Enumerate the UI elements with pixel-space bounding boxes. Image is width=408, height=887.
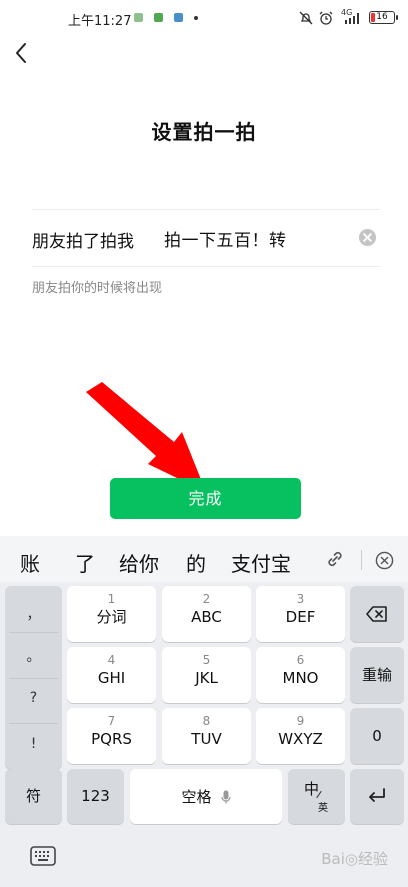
punct-key-period[interactable]: 。 xyxy=(5,646,62,666)
back-button[interactable] xyxy=(10,40,34,68)
signal-icon xyxy=(345,13,359,24)
wechat-notification-icon xyxy=(154,13,163,22)
battery-icon: 16 xyxy=(369,11,398,24)
key-label: PQRS xyxy=(91,730,132,748)
candidate-separator xyxy=(361,550,362,570)
t9-key-5[interactable]: 5 JKL xyxy=(162,647,251,703)
clear-input-button[interactable] xyxy=(358,228,377,247)
candidate-item[interactable]: 支付宝 xyxy=(231,548,291,577)
key-label: JKL xyxy=(195,669,218,687)
pat-suffix-input[interactable] xyxy=(164,224,354,252)
key-number: 1 xyxy=(107,592,116,606)
key-number: 3 xyxy=(296,592,305,606)
key-number: 4 xyxy=(107,653,116,667)
punct-key-comma[interactable]: ， xyxy=(5,604,62,624)
punct-divider xyxy=(9,632,58,633)
t9-key-7[interactable]: 7 PQRS xyxy=(67,708,156,764)
candidate-bar: 账 了 给你 的 支付宝 xyxy=(0,536,408,582)
key-label: 符 xyxy=(25,787,41,805)
reinput-key[interactable]: 重输 xyxy=(350,647,404,703)
app-notification-icon xyxy=(174,13,183,22)
done-button[interactable]: 完成 xyxy=(110,478,301,519)
battery-level: 16 xyxy=(376,12,388,22)
t9-key-4[interactable]: 4 GHI xyxy=(67,647,156,703)
key-label: TUV xyxy=(191,730,222,748)
key-label: WXYZ xyxy=(278,730,323,748)
alarm-icon xyxy=(319,11,333,25)
enter-icon xyxy=(369,788,385,802)
key-label: MNO xyxy=(282,669,319,687)
key-label: 空格 xyxy=(181,788,212,806)
space-key[interactable]: 空格 xyxy=(130,769,282,824)
keyboard-bottom-bar: Bai◎经验 xyxy=(0,836,408,887)
backspace-key[interactable] xyxy=(350,586,404,642)
punctuation-column: ， 。 ? ! xyxy=(5,586,62,769)
punct-key-question[interactable]: ? xyxy=(5,690,62,706)
key-number: 5 xyxy=(202,653,211,667)
mute-icon xyxy=(299,11,313,25)
numeric-key[interactable]: 123 xyxy=(67,769,124,824)
candidate-item[interactable]: 了 xyxy=(75,548,95,577)
t9-key-9[interactable]: 9 WXYZ xyxy=(256,708,345,764)
key-label: GHI xyxy=(97,669,126,687)
t9-key-8[interactable]: 8 TUV xyxy=(162,708,251,764)
red-arrow-annotation xyxy=(86,382,206,490)
key-sublabel: 英 xyxy=(318,803,328,814)
key-number: 2 xyxy=(202,592,211,606)
candidate-item[interactable]: 账 xyxy=(20,548,40,577)
language-switch-key[interactable]: 中 英 xyxy=(288,769,345,824)
link-icon[interactable] xyxy=(325,549,345,569)
punct-divider xyxy=(9,723,58,724)
ime-keyboard: 账 了 给你 的 支付宝 ， 。 ? ! 1 分词 2 ABC 3 DEF 4 … xyxy=(0,536,408,887)
backspace-icon xyxy=(366,606,387,622)
collapse-candidates-button[interactable] xyxy=(375,551,394,570)
key-label: 123 xyxy=(81,787,110,805)
chevron-left-icon xyxy=(16,43,26,63)
t9-key-6[interactable]: 6 MNO xyxy=(256,647,345,703)
key-label: 分词 xyxy=(96,608,127,626)
punct-divider xyxy=(9,678,58,679)
symbol-key[interactable]: 符 xyxy=(5,769,62,824)
divider-bottom xyxy=(32,266,380,267)
key-label: 0 xyxy=(372,727,382,745)
pat-prefix-label: 朋友拍了拍我 xyxy=(32,232,134,252)
page-title: 设置拍一拍 xyxy=(151,120,257,144)
app-notification-icon xyxy=(134,13,143,22)
candidate-item[interactable]: 给你 xyxy=(119,548,159,577)
status-bar: 上午11:27 4G 16 xyxy=(0,0,408,36)
candidate-item[interactable]: 的 xyxy=(186,548,206,577)
watermark: Bai◎经验 xyxy=(321,850,388,868)
zero-key[interactable]: 0 xyxy=(350,708,404,764)
t9-key-3[interactable]: 3 DEF xyxy=(256,586,345,642)
key-number: 6 xyxy=(296,653,305,667)
t9-key-1[interactable]: 1 分词 xyxy=(67,586,156,642)
t9-key-2[interactable]: 2 ABC xyxy=(162,586,251,642)
divider-top xyxy=(32,209,380,210)
key-number: 9 xyxy=(296,714,305,728)
key-number: 7 xyxy=(107,714,116,728)
punct-key-exclaim[interactable]: ! xyxy=(5,736,62,752)
pat-text-row: 朋友拍了拍我 xyxy=(32,224,380,254)
more-notifications-dot xyxy=(194,16,198,20)
enter-key[interactable] xyxy=(350,769,404,824)
microphone-icon xyxy=(220,790,231,804)
key-label: DEF xyxy=(285,608,316,626)
keyboard-switch-icon[interactable] xyxy=(30,846,56,866)
key-number: 8 xyxy=(202,714,211,728)
key-label: 重输 xyxy=(361,666,392,684)
key-label: ABC xyxy=(191,608,222,626)
pat-hint-text: 朋友拍你的时候将出现 xyxy=(32,281,163,296)
status-time: 上午11:27 xyxy=(68,14,132,29)
